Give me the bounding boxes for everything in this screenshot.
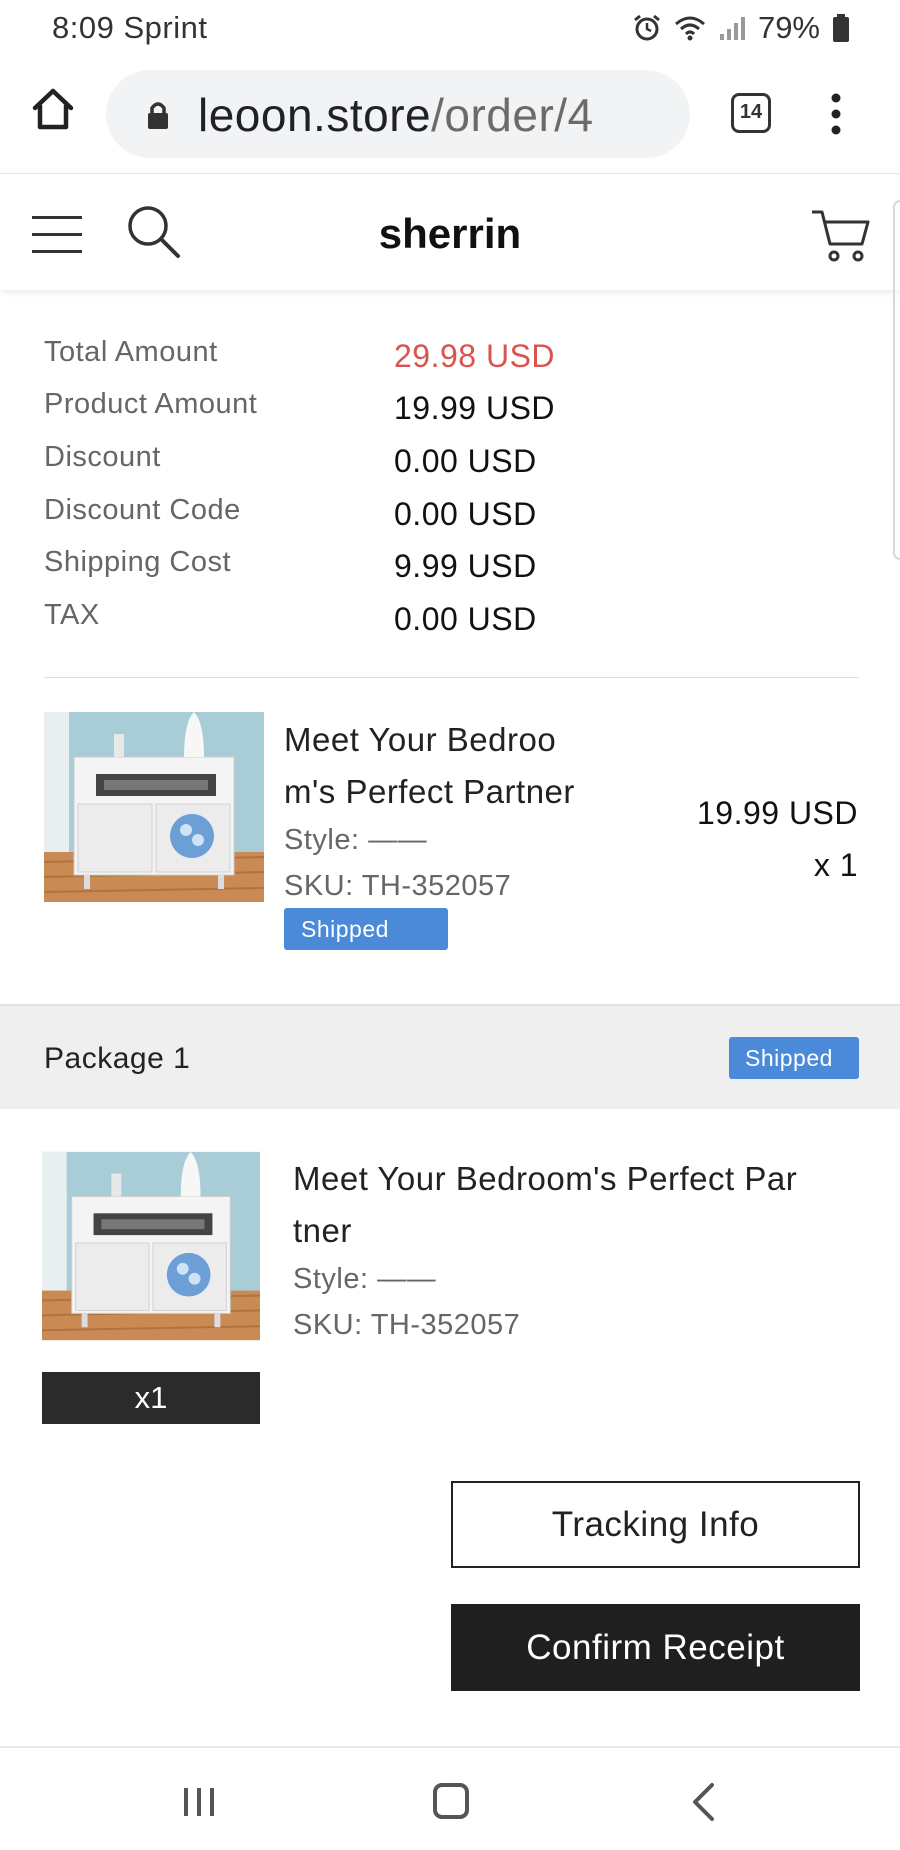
recent-apps-icon[interactable] xyxy=(182,1786,216,1818)
tabs-icon[interactable]: 14 xyxy=(731,93,771,133)
item-quantity: x 1 xyxy=(813,847,858,883)
confirm-receipt-button[interactable]: Confirm Receipt xyxy=(451,1604,860,1691)
summary-row-product-amount: Product Amount 19.99 USD xyxy=(44,388,859,440)
battery-icon xyxy=(833,14,849,42)
wifi-icon xyxy=(674,16,705,41)
item-status-badge: Shipped xyxy=(284,908,448,950)
summary-value: 0.00 USD xyxy=(394,443,537,479)
summary-value: 0.00 USD xyxy=(394,601,537,637)
url-text: leoon.store/order/4 xyxy=(198,88,594,142)
site-header: sherrin xyxy=(0,176,900,290)
package-header: Package 1 Shipped xyxy=(0,1004,900,1109)
summary-label: Total Amount xyxy=(44,336,218,368)
status-bar: 8:09 Sprint 79% xyxy=(0,0,900,56)
address-bar[interactable]: leoon.store/order/4 xyxy=(106,70,690,158)
summary-value: 0.00 USD xyxy=(394,496,537,532)
browser-toolbar: leoon.store/order/4 14 xyxy=(0,56,900,174)
more-menu-icon[interactable] xyxy=(826,92,846,136)
summary-value: 19.99 USD xyxy=(394,390,556,426)
item-price: 19.99 USD xyxy=(696,795,858,831)
summary-value: 9.99 USD xyxy=(394,548,537,584)
signal-icon xyxy=(719,17,745,40)
tracking-info-button[interactable]: Tracking Info xyxy=(451,1481,860,1568)
summary-row-discount-code: Discount Code 0.00 USD xyxy=(44,494,859,546)
product-title-line: Meet Your Bedroo xyxy=(284,721,557,758)
summary-label: Shipping Cost xyxy=(44,546,232,578)
summary-row-tax: TAX 0.00 USD xyxy=(44,599,859,651)
product-sku: SKU: TH-352057 xyxy=(284,870,512,902)
summary-label: TAX xyxy=(44,599,100,631)
package-product-title[interactable]: Meet Your Bedroom's Perfect Par tner xyxy=(293,1153,797,1257)
summary-label: Discount xyxy=(44,441,161,473)
home-icon[interactable] xyxy=(30,86,76,132)
summary-value: 29.98 USD xyxy=(394,338,556,374)
system-nav-bar xyxy=(0,1746,900,1850)
product-title-line: tner xyxy=(293,1212,352,1249)
scroll-indicator xyxy=(893,200,900,560)
summary-row-shipping: Shipping Cost 9.99 USD xyxy=(44,546,859,598)
battery-percent: 79% xyxy=(757,10,820,45)
status-icons: 79% xyxy=(632,10,850,46)
summary-row-discount: Discount 0.00 USD xyxy=(44,441,859,493)
product-style: Style: —— xyxy=(284,824,428,856)
product-image[interactable] xyxy=(44,712,264,902)
url-domain: leoon.store xyxy=(198,89,432,141)
summary-label: Product Amount xyxy=(44,388,258,420)
summary-row-total: Total Amount 29.98 USD xyxy=(44,336,859,388)
back-icon[interactable] xyxy=(690,1782,716,1822)
package-title: Package 1 xyxy=(44,1042,191,1075)
divider xyxy=(44,677,859,678)
clock-text: 8:09 xyxy=(52,10,115,45)
package-product-sku: SKU: TH-352057 xyxy=(293,1309,521,1341)
summary-label: Discount Code xyxy=(44,494,241,526)
carrier-name: Sprint xyxy=(123,10,208,45)
lock-icon xyxy=(148,102,168,129)
package-product-image[interactable] xyxy=(42,1151,260,1341)
product-title-line: m's Perfect Partner xyxy=(284,773,575,810)
product-title-line: Meet Your Bedroom's Perfect Par xyxy=(293,1160,798,1197)
alarm-icon xyxy=(634,14,660,41)
home-nav-icon[interactable] xyxy=(433,1783,469,1819)
package-quantity: x1 xyxy=(42,1372,260,1424)
status-time: 8:09 Sprint xyxy=(52,10,207,46)
brand-logo[interactable]: sherrin xyxy=(0,210,900,258)
package-status-badge: Shipped xyxy=(729,1037,859,1079)
package-product-style: Style: —— xyxy=(293,1263,437,1295)
url-path: /order/4 xyxy=(431,89,594,141)
cart-icon[interactable] xyxy=(810,208,870,264)
product-title[interactable]: Meet Your Bedroo m's Perfect Partner xyxy=(284,714,575,818)
